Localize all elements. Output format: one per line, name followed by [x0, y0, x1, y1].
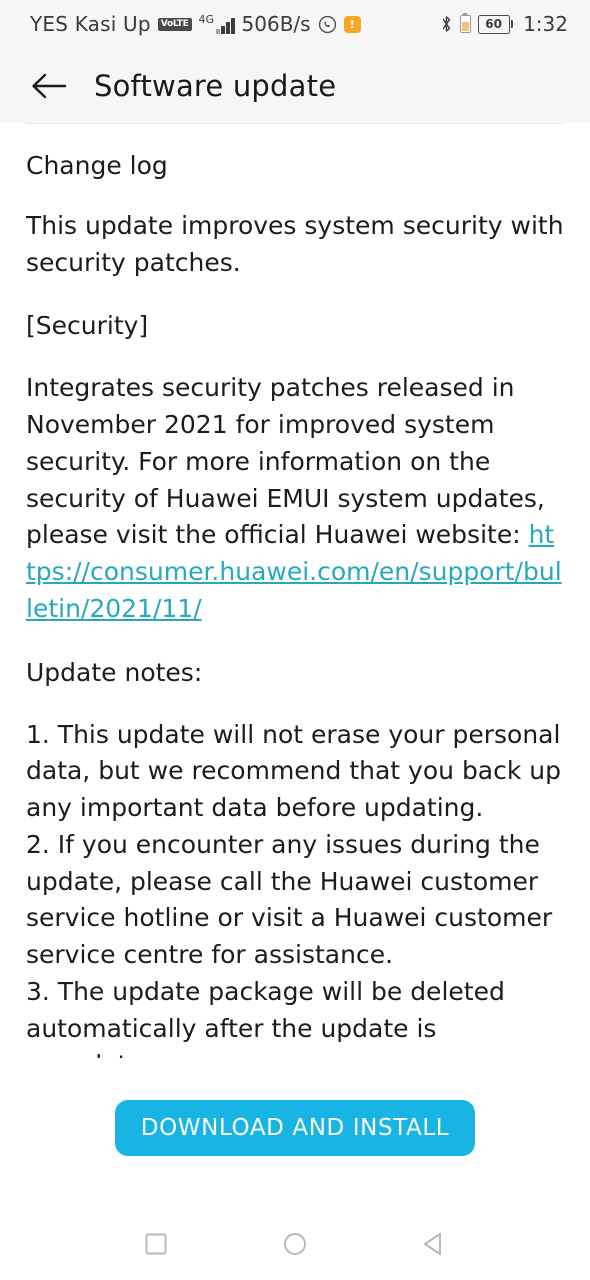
update-notes-block: 1. This update will not erase your perso…	[26, 717, 564, 1059]
bluetooth-icon	[440, 15, 453, 33]
security-heading: [Security]	[26, 311, 149, 341]
secondary-battery-icon	[459, 15, 471, 33]
security-paragraph-block: Integrates security patches released in …	[26, 370, 564, 627]
notification-badge-icon: !	[343, 15, 361, 33]
page-title: Software update	[94, 68, 337, 103]
status-bar-left: YES Kasi Up VoLTE 4G 506B/s !	[30, 12, 440, 36]
security-paragraph: Integrates security patches released in …	[26, 370, 564, 627]
status-bar: YES Kasi Up VoLTE 4G 506B/s ! 60 1:32	[0, 0, 590, 48]
back-arrow-icon[interactable]	[26, 63, 72, 109]
change-log-content: Change log This update improves system s…	[0, 123, 590, 1058]
network-generation-label: 4G	[198, 13, 215, 26]
square-recents-icon[interactable]	[127, 1215, 185, 1273]
battery-icon: 60	[477, 14, 514, 34]
download-and-install-button[interactable]: DOWNLOAD AND INSTALL	[114, 1100, 476, 1156]
change-log-heading: Change log	[26, 151, 168, 180]
update-notes-heading-block: Update notes:	[26, 654, 564, 691]
chevron-up-icon[interactable]	[534, 1052, 568, 1058]
carrier-label: YES Kasi Up	[30, 12, 151, 36]
content-divider	[26, 123, 564, 124]
app-bar: Software update	[0, 48, 590, 123]
intro-paragraph-block: This update improves system security wit…	[26, 207, 564, 281]
action-area: DOWNLOAD AND INSTALL	[0, 1058, 590, 1208]
update-note-item: 3. The update package will be deleted au…	[26, 976, 505, 1058]
signal-strength-bars	[216, 17, 235, 34]
circle-home-icon[interactable]	[266, 1215, 324, 1273]
signal-bars-icon: 4G	[199, 14, 235, 34]
volte-icon: VoLTE	[157, 17, 192, 31]
update-note-item: 2. If you encounter any issues during th…	[26, 829, 553, 969]
whatsapp-icon	[318, 15, 337, 34]
triangle-back-icon[interactable]	[405, 1215, 463, 1273]
android-navigation-bar	[0, 1208, 590, 1280]
intro-paragraph: This update improves system security wit…	[26, 211, 564, 278]
update-notes-heading: Update notes:	[26, 657, 203, 687]
phone-screen: YES Kasi Up VoLTE 4G 506B/s ! 60 1:32 So…	[0, 0, 590, 1280]
security-paragraph-text: Integrates security patches released in …	[26, 373, 545, 550]
update-note-item: 1. This update will not erase your perso…	[26, 719, 562, 823]
change-log-section: Change log	[26, 150, 564, 181]
clock-label: 1:32	[523, 12, 568, 36]
network-speed-label: 506B/s	[241, 12, 311, 36]
battery-percent-label: 60	[485, 17, 502, 31]
status-bar-right: 60 1:32	[440, 12, 568, 36]
notification-badge-label: !	[349, 17, 355, 31]
security-heading-block: [Security]	[26, 307, 564, 344]
